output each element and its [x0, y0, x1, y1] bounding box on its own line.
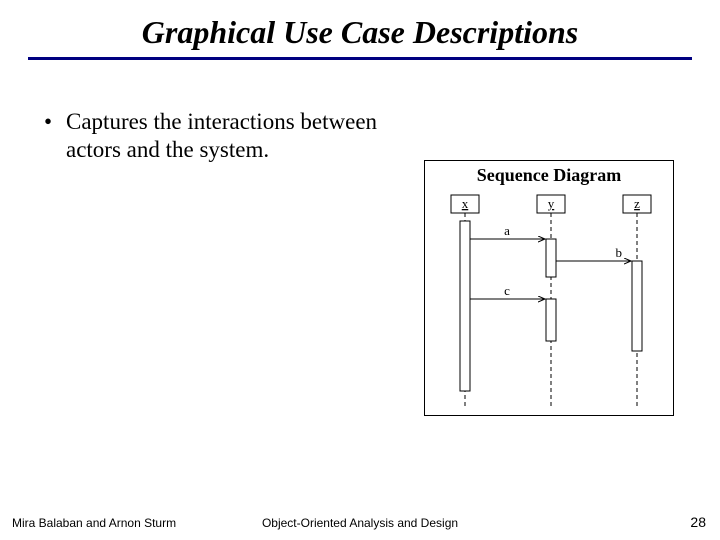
activation-z [632, 261, 642, 351]
participant-x: x [451, 195, 479, 213]
activation-y-2 [546, 299, 556, 341]
footer-course: Object-Oriented Analysis and Design [0, 516, 720, 530]
title-underline [28, 57, 692, 60]
slide-title: Graphical Use Case Descriptions [0, 0, 720, 51]
participant-y-label: y [548, 196, 555, 211]
sequence-diagram: x y z [425, 161, 673, 415]
sequence-diagram-title: Sequence Diagram [424, 165, 674, 186]
bullet-marker: • [44, 108, 66, 136]
footer-page-number: 28 [690, 514, 706, 530]
message-c-label: c [504, 283, 510, 298]
message-a-label: a [504, 223, 510, 238]
participant-x-label: x [462, 196, 469, 211]
slide: Graphical Use Case Descriptions • Captur… [0, 0, 720, 540]
message-b-label: b [616, 245, 623, 260]
bullet-list: • Captures the interactions between acto… [44, 108, 404, 164]
activation-y-1 [546, 239, 556, 277]
bullet-text: Captures the interactions between actors… [66, 108, 404, 164]
participant-z-label: z [634, 196, 640, 211]
sequence-diagram-box: x y z [424, 160, 674, 416]
participant-y: y [537, 195, 565, 213]
activation-x [460, 221, 470, 391]
bullet-item: • Captures the interactions between acto… [44, 108, 404, 164]
participant-z: z [623, 195, 651, 213]
